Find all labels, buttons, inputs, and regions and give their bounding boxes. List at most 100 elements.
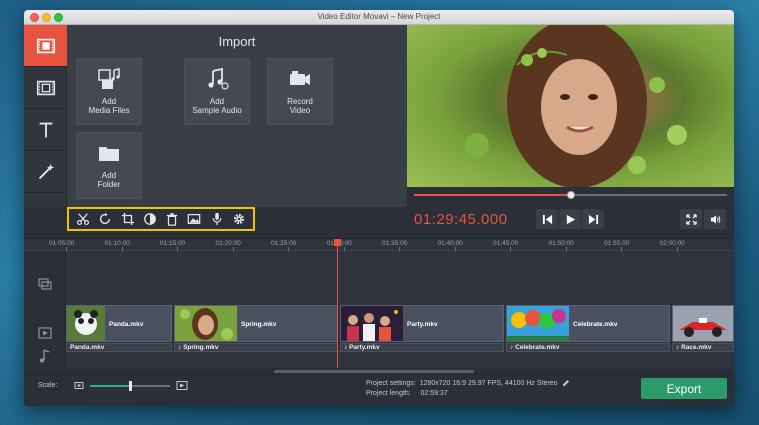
add-folder-button[interactable]: Add Folder bbox=[76, 132, 142, 199]
project-settings-value: 1280x720 16:9 29.97 FPS, 44100 Hz Stereo bbox=[419, 380, 558, 387]
playhead-line[interactable] bbox=[337, 239, 338, 368]
audio-clip-race[interactable]: ♪ Race.mkv bbox=[672, 343, 734, 352]
text-icon bbox=[39, 122, 52, 137]
ruler-tick-label: 01:15:00 bbox=[160, 240, 186, 247]
ruler-tick-label: 01:35:00 bbox=[382, 240, 408, 247]
settings-button[interactable] bbox=[231, 211, 247, 227]
magic-wand-icon bbox=[38, 163, 54, 179]
export-button[interactable]: Export bbox=[641, 378, 727, 399]
voiceover-button[interactable] bbox=[209, 211, 225, 227]
play-button[interactable] bbox=[559, 209, 581, 229]
image-icon bbox=[188, 214, 201, 224]
speaker-icon bbox=[710, 214, 720, 224]
ruler-tick-label: 01:50:00 bbox=[548, 240, 574, 247]
sidebar-item-titles[interactable] bbox=[24, 109, 67, 151]
preview-frame-image bbox=[465, 25, 687, 187]
edit-pencil-icon[interactable] bbox=[562, 379, 570, 387]
add-sample-audio-button[interactable]: Add Sample Audio bbox=[184, 58, 250, 125]
rotate-icon bbox=[100, 212, 111, 224]
volume-button[interactable] bbox=[704, 209, 726, 229]
audio-clip-name: Party.mkv bbox=[349, 344, 380, 351]
edit-toolbar-row: 01:29:45.000 bbox=[24, 207, 734, 239]
scale-slider[interactable] bbox=[90, 381, 170, 391]
color-adjust-icon bbox=[143, 213, 156, 225]
tile-label-line2: Media Files bbox=[88, 106, 130, 115]
clip-name: Celebrate.mkv bbox=[573, 321, 618, 328]
ruler-tick-label: 01:40:00 bbox=[437, 240, 463, 247]
tile-label-line2: Video bbox=[289, 106, 311, 115]
ruler-tick-label: 01:45:00 bbox=[493, 240, 519, 247]
crop-button[interactable] bbox=[120, 211, 136, 227]
app-window: Video Editor Movavi – New Project Import… bbox=[24, 10, 734, 406]
bottom-bar: Scale: Project settings: 1280x720 16:9 2… bbox=[24, 374, 734, 406]
folder-icon bbox=[99, 147, 119, 161]
timeline-ruler[interactable]: 01:05:00 01:10:00 01:15:00 01:20:00 01:25:00… bbox=[24, 239, 734, 251]
previous-frame-button[interactable] bbox=[536, 209, 558, 229]
zoom-out-icon[interactable] bbox=[74, 381, 84, 390]
clip-thumbnail bbox=[507, 306, 569, 341]
seek-handle[interactable] bbox=[566, 191, 575, 199]
microphone-icon bbox=[212, 212, 222, 226]
next-frame-button[interactable] bbox=[582, 209, 604, 229]
audio-clip-party[interactable]: ♪ Party.mkv bbox=[340, 343, 504, 352]
fullscreen-button[interactable] bbox=[680, 209, 702, 229]
tile-label-line2: Sample Audio bbox=[192, 106, 242, 115]
sidebar-item-import[interactable] bbox=[24, 25, 67, 67]
video-preview[interactable] bbox=[407, 25, 734, 187]
track-gutter bbox=[24, 251, 66, 368]
rotate-button[interactable] bbox=[97, 211, 113, 227]
video-clip-panda[interactable]: Panda.mkv bbox=[66, 305, 172, 342]
audio-clip-panda[interactable]: Panda.mkv bbox=[66, 343, 172, 352]
tile-label-line1: Record bbox=[287, 97, 313, 106]
zoom-in-icon[interactable] bbox=[176, 380, 188, 391]
ruler-tick-label: 01:20:00 bbox=[215, 240, 241, 247]
camera-icon bbox=[290, 71, 310, 85]
seek-progress bbox=[414, 194, 571, 196]
media-files-icon bbox=[98, 68, 120, 89]
preview-seek-bar[interactable] bbox=[407, 187, 734, 207]
project-length-label: Project length: bbox=[366, 390, 411, 397]
import-title: Import bbox=[218, 34, 256, 49]
scale-slider-fill bbox=[90, 385, 130, 387]
image-button[interactable] bbox=[186, 211, 202, 227]
video-clip-race[interactable] bbox=[672, 305, 734, 342]
sidebar-item-filters[interactable] bbox=[24, 67, 67, 109]
video-track-icon bbox=[38, 327, 52, 339]
filmstrip-icon bbox=[36, 80, 55, 95]
import-panel: Import Add Media Files Add Sample Audio Re… bbox=[67, 25, 407, 207]
color-adjust-button[interactable] bbox=[142, 211, 158, 227]
edit-tools bbox=[67, 207, 255, 231]
ruler-tick-label: 02:00:00 bbox=[659, 240, 685, 247]
music-note-icon bbox=[208, 67, 229, 90]
ruler-tick-label: 01:05:00 bbox=[49, 240, 75, 247]
record-video-button[interactable]: Record Video bbox=[267, 58, 333, 125]
scale-slider-handle[interactable] bbox=[129, 381, 132, 391]
audio-clip-spring[interactable]: ♪ Spring.mkv bbox=[174, 343, 338, 352]
music-track-icon bbox=[39, 349, 50, 363]
video-clip-party[interactable]: Party.mkv bbox=[340, 305, 504, 342]
ruler-tick-label: 01:55:00 bbox=[604, 240, 630, 247]
add-media-files-button[interactable]: Add Media Files bbox=[76, 58, 142, 125]
audio-clip-name: Panda.mkv bbox=[70, 344, 105, 351]
tile-label-line1: Add bbox=[101, 97, 117, 106]
gear-icon bbox=[233, 213, 244, 225]
audio-clip-celebrate[interactable]: ♪ Celebrate.mkv bbox=[506, 343, 670, 352]
split-button[interactable] bbox=[75, 211, 91, 227]
clip-name: Party.mkv bbox=[407, 321, 438, 328]
clip-thumbnail bbox=[673, 306, 733, 341]
tile-label-line2: Folder bbox=[97, 180, 121, 189]
playhead-handle[interactable] bbox=[334, 239, 341, 246]
clip-name: Panda.mkv bbox=[109, 321, 144, 328]
overlay-track-icon bbox=[38, 278, 52, 290]
timeline-scrollbar[interactable] bbox=[274, 370, 474, 373]
sidebar-item-transitions[interactable] bbox=[24, 151, 67, 193]
fullscreen-icon bbox=[685, 213, 697, 225]
tile-label-line1: Add bbox=[209, 97, 225, 106]
window-title: Video Editor Movavi – New Project bbox=[317, 12, 441, 21]
delete-button[interactable] bbox=[164, 211, 180, 227]
video-clip-celebrate[interactable]: Celebrate.mkv bbox=[506, 305, 670, 342]
scale-label: Scale: bbox=[38, 382, 58, 389]
crop-icon bbox=[121, 212, 134, 226]
video-clip-spring[interactable]: Spring.mkv bbox=[174, 305, 338, 342]
timecode-display: 01:29:45.000 bbox=[414, 211, 508, 228]
